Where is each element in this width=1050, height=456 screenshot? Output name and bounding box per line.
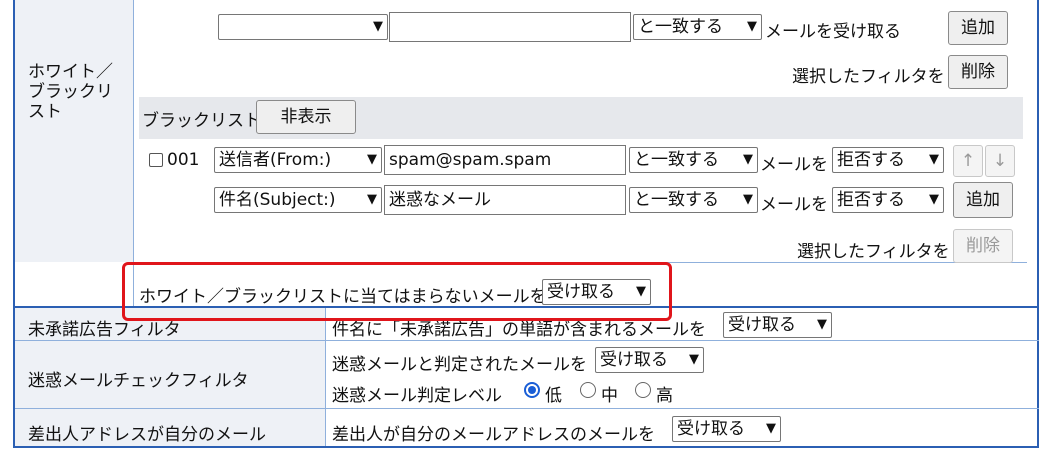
chevron-down-icon: ▼ (373, 19, 383, 34)
blacklist-add-button[interactable]: 追加 (953, 182, 1013, 218)
white-add-button[interactable]: 追加 (948, 11, 1008, 45)
unapproved-ad-select[interactable]: 受け取る ▼ (723, 312, 832, 338)
blacklist-new-action-select[interactable]: 拒否する ▼ (832, 187, 944, 213)
white-match-select[interactable]: と一致する ▼ (633, 14, 762, 40)
grid-line (133, 0, 134, 306)
blacklist-title: ブラックリスト (142, 111, 261, 131)
arrow-down-icon: ↓ (992, 151, 1008, 171)
whitelist-label-cell (15, 0, 133, 262)
spam-check-select[interactable]: 受け取る ▼ (595, 347, 704, 373)
chevron-down-icon: ▼ (743, 192, 753, 207)
chevron-down-icon: ▼ (817, 317, 827, 332)
blacklist-row-number: 001 (167, 150, 200, 170)
grid-line (15, 408, 1039, 409)
self-address-select[interactable]: 受け取る ▼ (672, 416, 781, 442)
chevron-down-icon: ▼ (747, 19, 757, 34)
spam-check-label: 迷惑メールチェックフィルタ (28, 371, 249, 391)
blacklist-row-checkbox[interactable] (149, 153, 163, 167)
chevron-down-icon: ▼ (689, 352, 699, 367)
blacklist-value-input[interactable]: spam@spam.spam (384, 145, 626, 175)
self-address-label: 差出人アドレスが自分のメール (28, 425, 266, 445)
blacklist-action-select[interactable]: 拒否する ▼ (832, 147, 944, 173)
blacklist-match-select[interactable]: と一致する ▼ (629, 147, 758, 173)
grid-line (15, 340, 1039, 341)
spam-level-mid-radio[interactable] (580, 382, 596, 398)
chevron-down-icon: ▼ (367, 152, 377, 167)
blacklist-delete-text: 選択したフィルタを (797, 242, 950, 262)
chevron-down-icon: ▼ (766, 421, 776, 436)
white-delete-text: 選択したフィルタを (792, 67, 945, 87)
white-value-input[interactable] (389, 12, 631, 42)
highlight-box (122, 262, 672, 321)
white-delete-button[interactable]: 削除 (948, 55, 1008, 89)
spam-level-low-label: 低 (545, 386, 562, 406)
chevron-down-icon: ▼ (929, 192, 939, 207)
blacklist-new-value-input[interactable]: 迷惑なメール (384, 185, 626, 215)
spam-level-high-radio[interactable] (635, 382, 651, 398)
self-address-text: 差出人が自分のメールアドレスのメールを (332, 425, 655, 445)
blacklist-mail-label: メールを (760, 155, 828, 175)
move-up-button[interactable]: ↑ (953, 145, 983, 177)
blacklist-hide-button[interactable]: 非表示 (256, 100, 356, 134)
chevron-down-icon: ▼ (367, 192, 377, 207)
move-down-button[interactable]: ↓ (985, 145, 1015, 177)
white-action-text: メールを受け取る (765, 22, 901, 42)
spam-level-mid-label: 中 (601, 386, 618, 406)
arrow-up-icon: ↑ (960, 151, 976, 171)
spam-level-low-radio[interactable] (524, 382, 540, 398)
spam-check-text: 迷惑メールと判定されたメールを (332, 355, 587, 375)
blacklist-new-mail-label: メールを (760, 195, 828, 215)
blacklist-new-field-select[interactable]: 件名(Subject:) ▼ (214, 187, 382, 213)
grid-line (325, 306, 326, 446)
spam-level-high-label: 高 (656, 386, 673, 406)
chevron-down-icon: ▼ (929, 152, 939, 167)
spam-level-label: 迷惑メール判定レベル (332, 386, 502, 406)
blacklist-delete-button[interactable]: 削除 (953, 229, 1013, 263)
chevron-down-icon: ▼ (743, 152, 753, 167)
whitelist-label: ホワイト／ブラックリスト (28, 62, 113, 122)
blacklist-new-match-select[interactable]: と一致する ▼ (629, 187, 758, 213)
white-field-select[interactable]: ▼ (218, 14, 388, 40)
blacklist-field-select[interactable]: 送信者(From:) ▼ (214, 147, 382, 173)
